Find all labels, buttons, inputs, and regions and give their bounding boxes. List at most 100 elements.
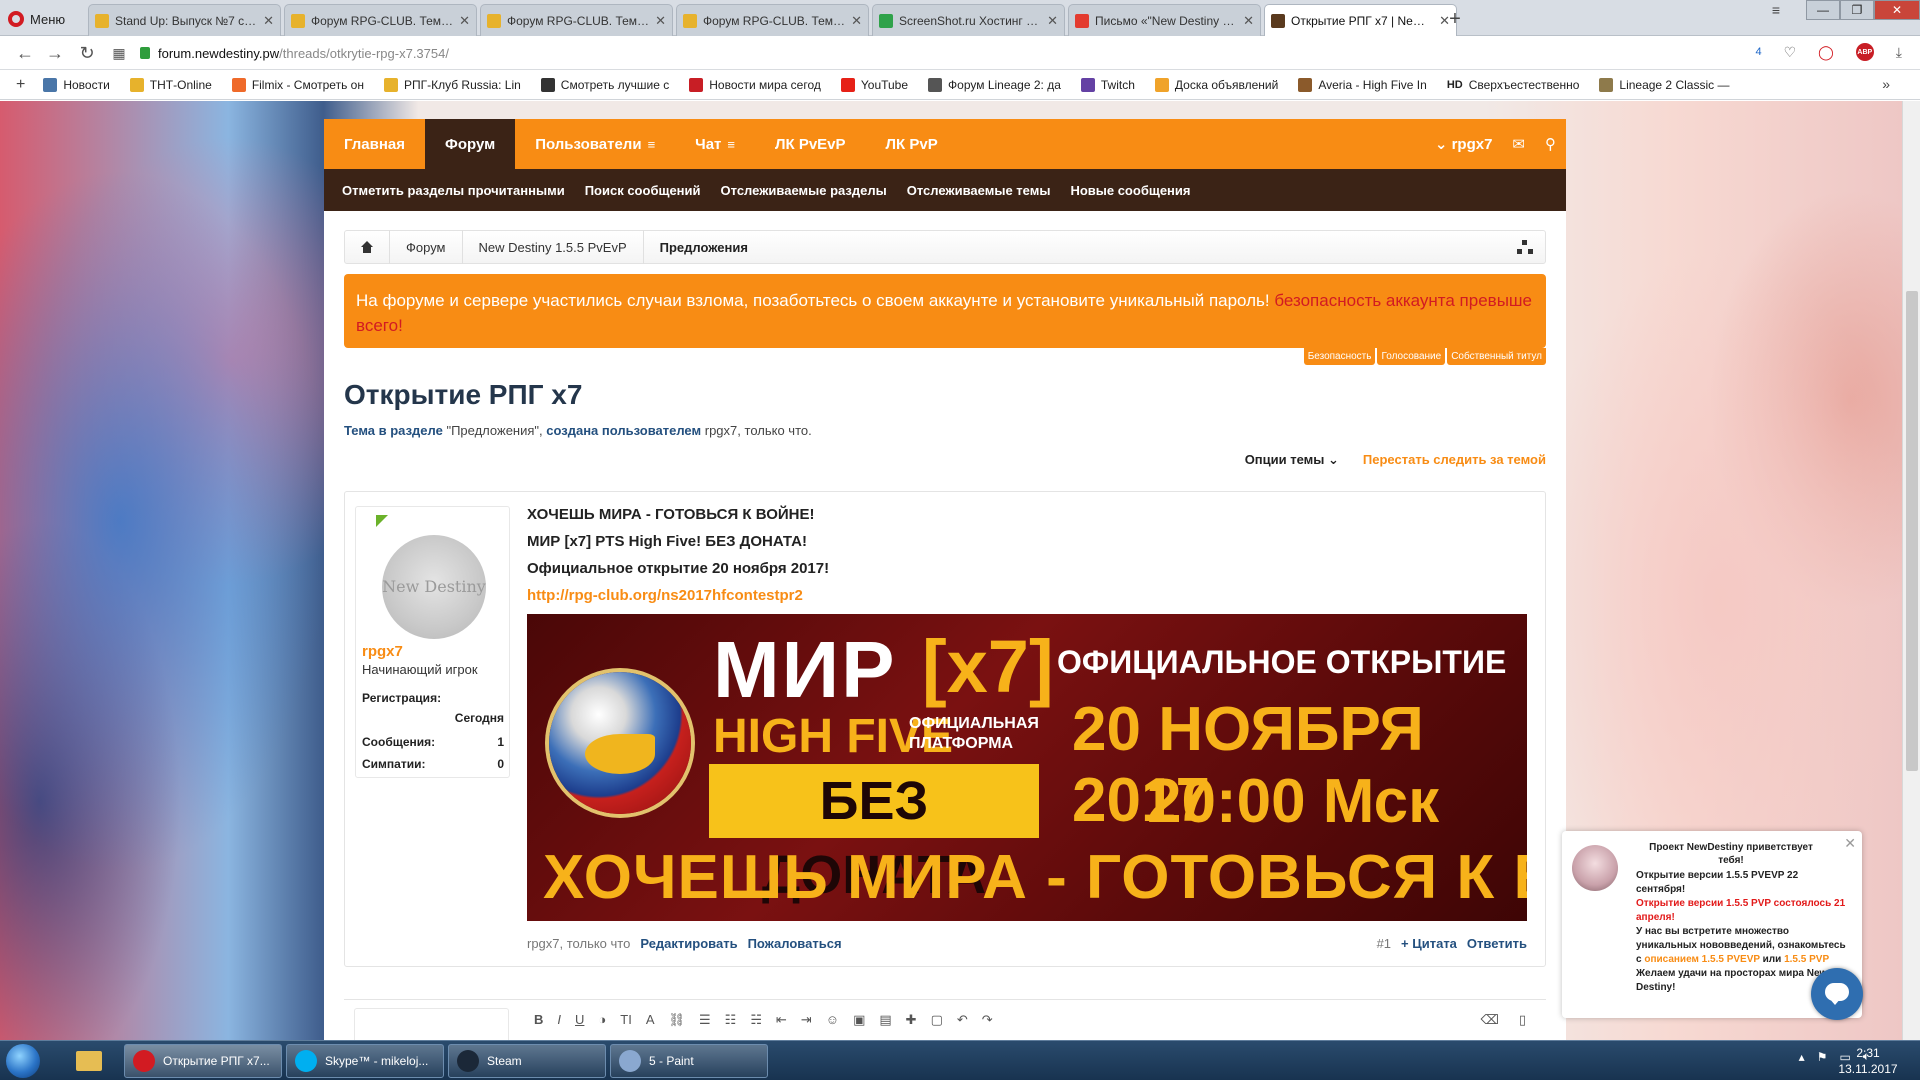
new-tab-button[interactable]: + (1443, 8, 1467, 31)
thread-meta-prefix[interactable]: Тема в разделе (344, 423, 443, 438)
taskbar-item[interactable]: Steam (448, 1044, 606, 1078)
nav-tab[interactable]: Чат ≡ (675, 119, 755, 169)
smiley-icon[interactable]: ☺ (826, 1012, 839, 1028)
tab-close-icon[interactable]: ✕ (263, 13, 274, 29)
subnav-link[interactable]: Отслеживаемые темы (907, 183, 1051, 198)
bookmark-item[interactable]: РПГ-Клуб Russia: Lin (383, 77, 521, 92)
tray-expand-icon[interactable]: ▴ (1799, 1050, 1805, 1064)
quote-button[interactable]: + Цитата (1401, 936, 1457, 951)
popup-pvevp-link[interactable]: описанием 1.5.5 PVEVP (1644, 954, 1760, 965)
bookmark-item[interactable]: Форум Lineage 2: да (928, 77, 1061, 92)
thread-meta-user[interactable]: rpgx7 (705, 423, 738, 438)
breadcrumb-item[interactable]: Форум (390, 230, 463, 264)
media-icon[interactable]: ▤ (879, 1012, 891, 1028)
tab-close-icon[interactable]: ✕ (851, 13, 862, 29)
bookmark-item[interactable]: Filmix - Смотреть он (231, 77, 364, 92)
adblock-icon[interactable]: ABP (1855, 43, 1874, 61)
notice-tag[interactable]: Безопасность (1303, 348, 1376, 365)
url-field[interactable]: forum.newdestiny.pw/threads/otkrytie-rpg… (140, 41, 1770, 65)
taskbar-clock[interactable]: 2:31 13.11.2017 (1828, 1045, 1908, 1077)
forward-icon[interactable]: → (44, 42, 66, 64)
browser-tab[interactable]: Stand Up: Выпуск №7 смо ✕ (88, 4, 281, 36)
sitemap-icon[interactable] (1517, 240, 1533, 254)
report-link[interactable]: Пожаловаться (748, 936, 842, 951)
nav-tab[interactable]: ЛК PvEvP (755, 119, 866, 169)
account-menu[interactable]: ⌄ rpgx7 (1435, 135, 1493, 153)
nav-tab[interactable]: Главная (324, 119, 425, 169)
stat-msg-value[interactable]: 1 (497, 735, 504, 749)
post-link[interactable]: http://rpg-club.org/ns2017hfcontestpr2 (527, 587, 1527, 611)
insert-icon[interactable]: ✚ (906, 1012, 917, 1028)
start-button[interactable] (6, 1044, 40, 1078)
maximize-button[interactable]: ❐ (1840, 0, 1874, 20)
bookmark-item[interactable]: ТНТ-Online (129, 77, 212, 92)
subnav-link[interactable]: Поиск сообщений (585, 183, 701, 198)
align-icon[interactable]: ☰ (699, 1012, 711, 1028)
unwatch-thread-link[interactable]: Перестать следить за темой (1363, 452, 1546, 468)
save-draft-icon[interactable]: ▢ (931, 1012, 943, 1028)
edit-link[interactable]: Редактировать (640, 936, 737, 951)
bookmark-item[interactable]: Новости мира сегод (689, 77, 821, 92)
taskbar-item[interactable]: Skype™ - mikeloj... (286, 1044, 444, 1078)
close-icon[interactable]: ✕ (1844, 835, 1856, 852)
italic-icon[interactable]: I (557, 1012, 561, 1028)
taskbar-item[interactable]: Открытие РПГ x7... (124, 1044, 282, 1078)
breadcrumb-home[interactable] (345, 230, 390, 264)
tab-close-icon[interactable]: ✕ (655, 13, 666, 29)
bookmark-item[interactable]: Twitch (1080, 77, 1135, 92)
nav-tab[interactable]: Пользователи ≡ (515, 119, 675, 169)
back-icon[interactable]: ← (14, 42, 36, 64)
bullet-list-icon[interactable]: ☷ (725, 1012, 737, 1028)
numbered-list-icon[interactable]: ☵ (750, 1012, 762, 1028)
breadcrumb-item[interactable]: New Destiny 1.5.5 PvEvP (463, 230, 644, 264)
bookmark-item[interactable]: Новости (43, 77, 110, 92)
popup-pvp-link[interactable]: 1.5.5 PVP (1784, 954, 1829, 965)
bookmark-item[interactable]: HD Сверхъестественно (1447, 78, 1580, 92)
add-bookmark-icon[interactable]: + (16, 76, 25, 94)
menu-icon[interactable]: ≡ (648, 137, 656, 152)
opera-icon[interactable]: ◯ (1818, 44, 1834, 61)
bookmark-item[interactable]: Смотреть лучшие с (540, 77, 669, 92)
bookmark-item[interactable]: Доска объявлений (1154, 77, 1278, 92)
explorer-button[interactable] (66, 1044, 112, 1078)
avatar[interactable]: New Destiny (382, 535, 486, 639)
subnav-link[interactable]: Отметить разделы прочитанными (342, 183, 565, 198)
bold-icon[interactable]: B (534, 1012, 543, 1028)
font-size-icon[interactable]: TI (620, 1012, 632, 1028)
bookmark-item[interactable]: Averia - High Five In (1298, 77, 1427, 92)
browser-tab[interactable]: Форум RPG-CLUB. Тема: H ✕ (284, 4, 477, 36)
notice-tag[interactable]: Собственный титул (1447, 348, 1546, 365)
chat-bubble-icon[interactable] (1811, 968, 1863, 1020)
color-icon[interactable]: ◑ (598, 1012, 606, 1028)
opera-menu-button[interactable]: Меню (8, 6, 80, 32)
post-number[interactable]: #1 (1377, 936, 1391, 951)
close-window-button[interactable]: ✕ (1874, 0, 1920, 20)
scrollbar-thumb[interactable] (1906, 291, 1918, 771)
notice-tag[interactable]: Голосование (1377, 348, 1446, 365)
outdent-icon[interactable]: ⇤ (776, 1012, 787, 1028)
thread-meta-created[interactable]: создана пользователем (546, 423, 701, 438)
thread-options-dropdown[interactable]: Опции темы ⌄ (1245, 452, 1339, 468)
underline-icon[interactable]: U (575, 1012, 584, 1028)
eraser-icon[interactable]: ⌫ (1480, 1012, 1498, 1028)
reply-button[interactable]: Ответить (1467, 936, 1527, 951)
font-icon[interactable]: A (646, 1012, 655, 1028)
bookmarks-more-icon[interactable]: » (1882, 76, 1890, 92)
image-icon[interactable]: ▣ (853, 1012, 865, 1028)
location-pin-icon[interactable]: ⚲ (1545, 135, 1556, 153)
bookmark-item[interactable]: YouTube (840, 77, 908, 92)
heart-icon[interactable]: ♡ (1784, 44, 1797, 61)
breadcrumb-item[interactable]: Предложения (644, 230, 764, 264)
reload-icon[interactable]: ↻ (76, 42, 98, 64)
undo-icon[interactable]: ↶ (957, 1012, 968, 1028)
tab-close-icon[interactable]: ✕ (1047, 13, 1058, 29)
tab-close-icon[interactable]: ✕ (459, 13, 470, 29)
nav-tab[interactable]: Форум (425, 119, 516, 169)
browser-tab[interactable]: Открытие РПГ x7 | New D ✕ (1264, 4, 1457, 36)
tracker-count-badge[interactable]: 4 (1755, 46, 1761, 58)
page-scrollbar[interactable] (1902, 101, 1920, 1040)
browser-tab[interactable]: ScreenShot.ru Хостинг кар ✕ (872, 4, 1065, 36)
link-icon[interactable]: ⛓ (669, 1012, 686, 1028)
subnav-link[interactable]: Отслеживаемые разделы (721, 183, 887, 198)
nav-tab[interactable]: ЛК PvP (866, 119, 958, 169)
